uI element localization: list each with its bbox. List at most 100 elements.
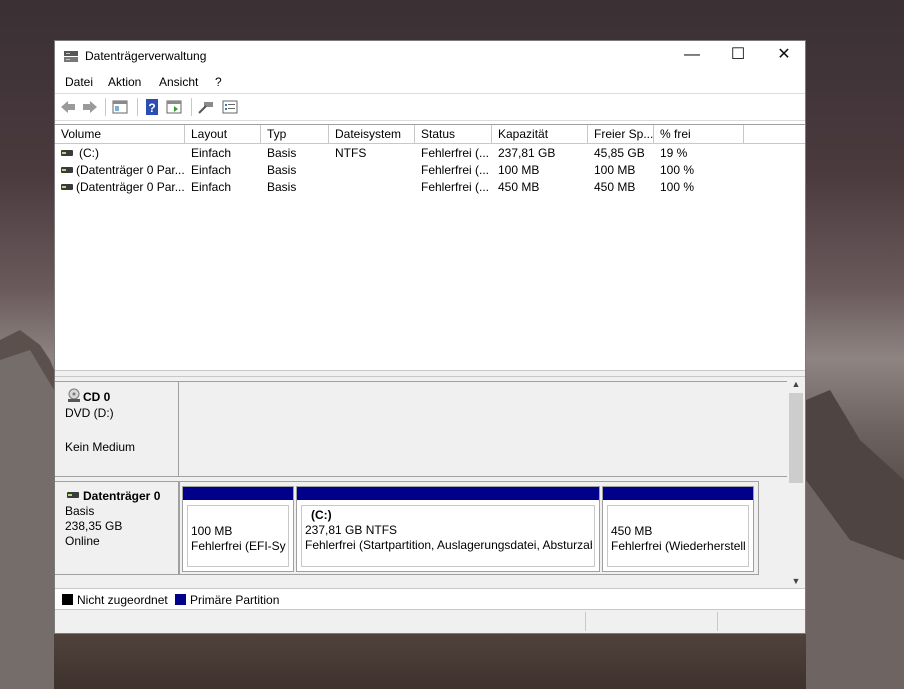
- window-title: Datenträgerverwaltung: [85, 49, 207, 63]
- menu-datei[interactable]: Datei: [65, 75, 93, 89]
- menu-help[interactable]: ?: [215, 75, 222, 89]
- back-arrow-icon[interactable]: [59, 98, 77, 116]
- close-button[interactable]: ✕: [761, 41, 807, 71]
- scroll-down-arrow-icon[interactable]: ▼: [787, 574, 805, 588]
- toolbar-separator: [137, 98, 138, 116]
- table-row[interactable]: (Datenträger 0 Par... Einfach Basis Fehl…: [55, 162, 805, 179]
- cell-prozent-frei: 100 %: [660, 180, 695, 194]
- column-header-freier-speicher[interactable]: Freier Sp...: [588, 125, 654, 143]
- drive-icon: [61, 150, 73, 156]
- svg-text:?: ?: [148, 101, 155, 115]
- column-header-dateisystem[interactable]: Dateisystem: [329, 125, 415, 143]
- cell-kapazitaet: 100 MB: [498, 163, 540, 177]
- partition-efi-body: 100 MB Fehlerfrei (EFI-Syst: [187, 505, 289, 567]
- menu-aktion[interactable]: Aktion: [108, 75, 141, 89]
- column-header-typ[interactable]: Typ: [261, 125, 329, 143]
- disk0-status: Online: [65, 534, 100, 548]
- drive-icon: [67, 492, 79, 498]
- pane-splitter[interactable]: [55, 370, 805, 377]
- cell-prozent-frei: 19 %: [660, 146, 688, 160]
- cell-kapazitaet: 450 MB: [498, 180, 540, 194]
- partition-efi[interactable]: 100 MB Fehlerfrei (EFI-Syst: [182, 486, 294, 572]
- table-row[interactable]: (Datenträger 0 Par... Einfach Basis Fehl…: [55, 179, 805, 196]
- cell-layout: Einfach: [191, 180, 232, 194]
- cell-dateisystem: [335, 179, 413, 196]
- maximize-button[interactable]: ☐: [715, 41, 761, 71]
- minimize-button[interactable]: —: [669, 41, 715, 71]
- partition-status: Fehlerfrei (Wiederherstellungspartition): [611, 539, 746, 553]
- partition-size: 237,81 GB NTFS: [305, 523, 398, 537]
- toolbar-separator: [105, 98, 106, 116]
- cell-kapazitaet: 237,81 GB: [498, 146, 556, 160]
- status-bar-separator: [585, 612, 586, 631]
- scroll-up-arrow-icon[interactable]: ▲: [787, 377, 805, 391]
- disk0-label[interactable]: Datenträger 0 Basis 238,35 GB Online: [55, 481, 179, 575]
- cell-dateisystem: NTFS: [335, 146, 367, 160]
- disk-management-icon: [64, 51, 78, 62]
- column-header-prozent-frei[interactable]: % frei: [654, 125, 744, 143]
- cell-typ: Basis: [267, 146, 297, 160]
- menu-ansicht[interactable]: Ansicht: [159, 75, 198, 89]
- column-header-status[interactable]: Status: [415, 125, 492, 143]
- cell-status: Fehlerfrei (...: [421, 146, 490, 160]
- disk-management-window: Datenträgerverwaltung — ☐ ✕ Datei Aktion…: [54, 40, 806, 634]
- view-icon[interactable]: [165, 98, 183, 116]
- forward-arrow-icon[interactable]: [81, 98, 99, 116]
- connect-icon[interactable]: [197, 98, 215, 116]
- cd-drive-icon: [68, 388, 80, 402]
- list-icon[interactable]: [221, 98, 239, 116]
- cell-layout: Einfach: [191, 163, 232, 177]
- properties-icon[interactable]: [111, 98, 129, 116]
- cell-status: Fehlerfrei (...: [421, 163, 490, 177]
- partition-size: 450 MB: [611, 524, 653, 538]
- title-bar[interactable]: Datenträgerverwaltung — ☐ ✕: [55, 41, 805, 71]
- drive-icon: [61, 167, 73, 173]
- cell-freier-speicher: 450 MB: [594, 180, 636, 194]
- partition-c-body: (C:) 237,81 GB NTFS Fehlerfrei (Startpar…: [301, 505, 595, 567]
- table-row[interactable]: (C:) Einfach Basis NTFS Fehlerfrei (... …: [55, 145, 805, 162]
- status-bar-separator: [717, 612, 718, 631]
- partition-status: Fehlerfrei (Startpartition, Auslagerungs…: [305, 538, 592, 552]
- partition-recovery[interactable]: 450 MB Fehlerfrei (Wiederherstellungspar…: [602, 486, 754, 572]
- disk-graphical-view: CD 0 DVD (D:) Kein Medium Datenträger 0 …: [55, 377, 805, 588]
- column-header-volume[interactable]: Volume: [55, 125, 185, 143]
- cell-freier-speicher: 45,85 GB: [594, 146, 645, 160]
- cd-disk-name: CD 0: [83, 390, 111, 404]
- unallocated-swatch: [62, 594, 73, 605]
- volume-list: Volume Layout Typ Dateisystem Status Kap…: [55, 124, 805, 371]
- menu-bar: Datei Aktion Ansicht ?: [55, 71, 805, 93]
- primary-partition-bar: [183, 487, 293, 500]
- cell-volume: (Datenträger 0 Par...: [76, 180, 184, 194]
- cell-volume: (Datenträger 0 Par...: [76, 163, 184, 177]
- disk0-name: Datenträger 0: [83, 489, 161, 503]
- cd-disk-type: DVD (D:): [65, 406, 114, 420]
- legend-bar: Nicht zugeordnet Primäre Partition: [55, 588, 805, 610]
- cell-typ: Basis: [267, 163, 297, 177]
- cell-dateisystem: [335, 162, 413, 179]
- column-header-layout[interactable]: Layout: [185, 125, 261, 143]
- scrollbar-thumb[interactable]: [789, 393, 803, 483]
- primary-partition-swatch: [175, 594, 186, 605]
- cd-disk-area: [179, 381, 787, 477]
- cell-freier-speicher: 100 MB: [594, 163, 636, 177]
- partition-status: Fehlerfrei (EFI-Syst: [191, 539, 286, 553]
- cell-volume: (C:): [79, 146, 99, 160]
- primary-partition-bar: [297, 487, 599, 500]
- toolbar: ?: [55, 93, 805, 121]
- column-header-kapazitaet[interactable]: Kapazität: [492, 125, 588, 143]
- cell-status: Fehlerfrei (...: [421, 180, 490, 194]
- toolbar-separator: [191, 98, 192, 116]
- partition-title: (C:): [311, 508, 332, 522]
- disk0-area: 100 MB Fehlerfrei (EFI-Syst (C:) 237,81 …: [179, 481, 759, 575]
- partition-c[interactable]: (C:) 237,81 GB NTFS Fehlerfrei (Startpar…: [296, 486, 600, 572]
- volume-list-header: Volume Layout Typ Dateisystem Status Kap…: [55, 125, 805, 144]
- drive-icon: [61, 184, 73, 190]
- vertical-scrollbar[interactable]: ▲ ▼: [787, 377, 805, 588]
- partition-recovery-body: 450 MB Fehlerfrei (Wiederherstellungspar…: [607, 505, 749, 567]
- help-icon[interactable]: ?: [143, 98, 161, 116]
- primary-partition-bar: [603, 487, 753, 500]
- cd-disk-status: Kein Medium: [65, 440, 136, 454]
- cd-disk-label[interactable]: CD 0 DVD (D:) Kein Medium: [55, 381, 179, 477]
- cell-typ: Basis: [267, 180, 297, 194]
- disk0-type: Basis: [65, 504, 95, 518]
